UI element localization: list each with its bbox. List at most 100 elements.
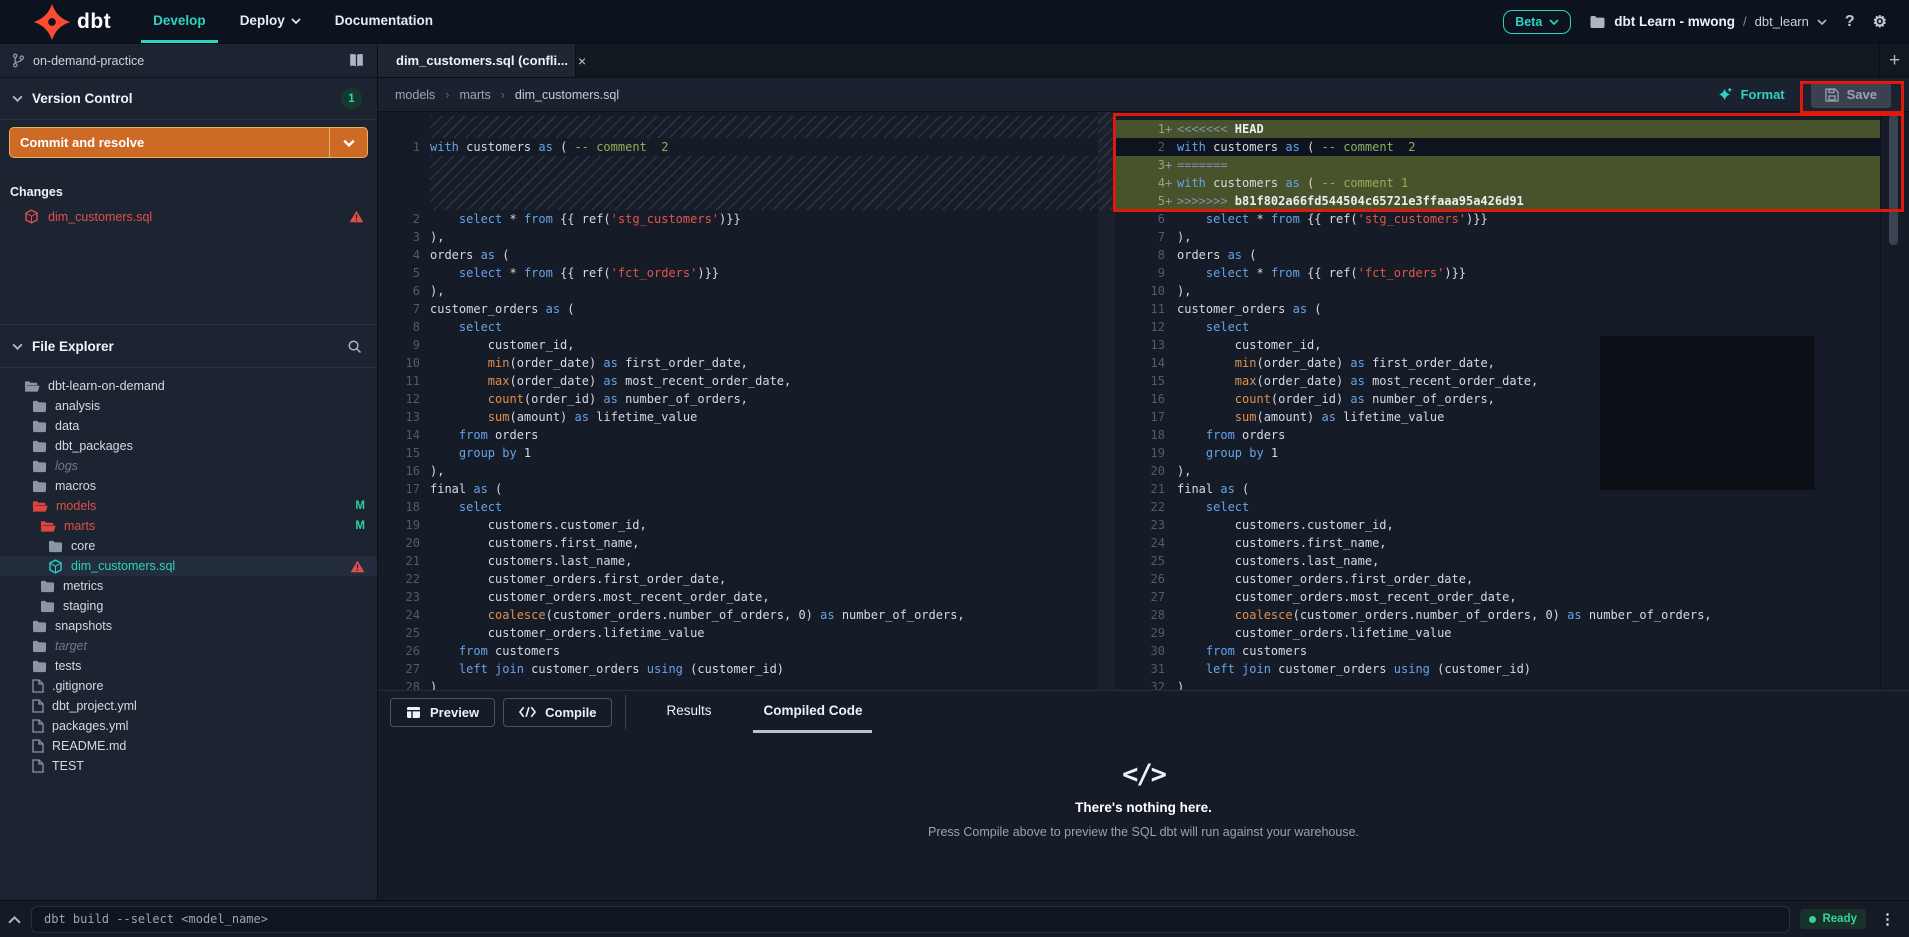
tree-item-core[interactable]: core — [0, 536, 377, 556]
tree-item-test[interactable]: TEST — [0, 756, 377, 776]
editor-pane-left[interactable]: 1with customers as ( -- comment 2 2 selec… — [378, 112, 1098, 690]
code-line[interactable]: 18 select — [378, 498, 1098, 516]
tab-compiled-code[interactable]: Compiled Code — [753, 691, 872, 733]
tree-item-analysis[interactable]: analysis — [0, 396, 377, 416]
code-line[interactable]: 8 orders as ( — [1115, 246, 1880, 264]
tab-results[interactable]: Results — [656, 691, 721, 733]
breadcrumb-item[interactable]: models — [395, 88, 435, 102]
dbt-logo[interactable]: dbt — [0, 0, 141, 43]
code-line[interactable]: 24 customers.first_name, — [1115, 534, 1880, 552]
code-line[interactable]: 20 customers.first_name, — [378, 534, 1098, 552]
code-line[interactable]: 5 select * from {{ ref('fct_orders')}} — [378, 264, 1098, 282]
tree-item-dim-customers-sql[interactable]: dim_customers.sql — [0, 556, 377, 576]
code-line[interactable]: 4+with customers as ( -- comment 1 — [1115, 174, 1880, 192]
commit-and-resolve-button[interactable]: Commit and resolve — [9, 127, 368, 158]
tree-item-models[interactable]: modelsM — [0, 496, 377, 516]
tree-item-metrics[interactable]: metrics — [0, 576, 377, 596]
nav-item-deploy[interactable]: Deploy — [228, 0, 313, 43]
breadcrumb-item[interactable]: dim_customers.sql — [515, 88, 619, 102]
kebab-menu-icon[interactable]: ⋮ — [1876, 910, 1899, 928]
code-line[interactable]: 27 left join customer_orders using (cust… — [378, 660, 1098, 678]
code-line[interactable]: 16), — [378, 462, 1098, 480]
code-line[interactable]: 13 sum(amount) as lifetime_value — [378, 408, 1098, 426]
code-line[interactable]: 19 customers.customer_id, — [378, 516, 1098, 534]
breadcrumb-item[interactable]: marts — [459, 88, 490, 102]
gear-icon[interactable]: ⚙ — [1873, 12, 1887, 32]
version-control-section[interactable]: Version Control 1 — [0, 78, 377, 120]
code-line[interactable]: 21 customers.last_name, — [378, 552, 1098, 570]
code-line[interactable]: 26 customer_orders.first_order_date, — [1115, 570, 1880, 588]
code-line[interactable]: 3+======= — [1115, 156, 1880, 174]
tree-item-logs[interactable]: logs — [0, 456, 377, 476]
code-line[interactable]: 15 group by 1 — [378, 444, 1098, 462]
code-line[interactable]: 32 ) — [1115, 678, 1880, 690]
code-line[interactable]: 8 select — [378, 318, 1098, 336]
code-line[interactable]: 23 customers.customer_id, — [1115, 516, 1880, 534]
code-line[interactable]: 17final as ( — [378, 480, 1098, 498]
code-line[interactable]: 23 customer_orders.most_recent_order_dat… — [378, 588, 1098, 606]
changed-file-row[interactable]: dim_customers.sql — [0, 206, 377, 227]
tree-item-dbt-learn-on-demand[interactable]: dbt-learn-on-demand — [0, 376, 377, 396]
nav-item-documentation[interactable]: Documentation — [323, 0, 445, 43]
chevron-up-icon[interactable] — [8, 915, 21, 924]
tab-dim-customers[interactable]: dim_customers.sql (confli... × — [378, 44, 576, 77]
code-line[interactable]: 2 select * from {{ ref('stg_customers')}… — [378, 210, 1098, 228]
tree-item-snapshots[interactable]: snapshots — [0, 616, 377, 636]
format-button[interactable]: Format — [1718, 87, 1785, 102]
code-line[interactable]: 9 select * from {{ ref('fct_orders')}} — [1115, 264, 1880, 282]
code-line[interactable]: 25 customer_orders.lifetime_value — [378, 624, 1098, 642]
code-line[interactable]: 3), — [378, 228, 1098, 246]
code-line[interactable]: 7customer_orders as ( — [378, 300, 1098, 318]
tree-item--gitignore[interactable]: .gitignore — [0, 676, 377, 696]
branch-row[interactable]: on-demand-practice — [0, 44, 377, 78]
code-line[interactable]: 24 coalesce(customer_orders.number_of_or… — [378, 606, 1098, 624]
code-line[interactable]: 28 coalesce(customer_orders.number_of_or… — [1115, 606, 1880, 624]
code-line[interactable]: 28) — [378, 678, 1098, 690]
project-selector[interactable]: dbt Learn - mwong / dbt_learn — [1589, 14, 1827, 29]
preview-button[interactable]: Preview — [390, 698, 495, 727]
code-line[interactable]: 4orders as ( — [378, 246, 1098, 264]
tree-item-staging[interactable]: staging — [0, 596, 377, 616]
code-line[interactable]: 11 max(order_date) as most_recent_order_… — [378, 372, 1098, 390]
scrollbar-thumb[interactable] — [1889, 115, 1898, 245]
tree-item-data[interactable]: data — [0, 416, 377, 436]
file-explorer-section[interactable]: File Explorer — [0, 324, 377, 368]
editor-scrollbar[interactable] — [1880, 112, 1909, 690]
code-line[interactable]: 6 select * from {{ ref('stg_customers')}… — [1115, 210, 1880, 228]
code-line[interactable]: 2 with customers as ( -- comment 2 — [1115, 138, 1880, 156]
tree-item-dbt-project-yml[interactable]: dbt_project.yml — [0, 696, 377, 716]
code-line[interactable]: 1+<<<<<<< HEAD — [1115, 120, 1880, 138]
code-line[interactable]: 30 from customers — [1115, 642, 1880, 660]
tree-item-dbt-packages[interactable]: dbt_packages — [0, 436, 377, 456]
code-line[interactable]: 14 from orders — [378, 426, 1098, 444]
search-icon[interactable] — [347, 339, 362, 354]
code-line[interactable]: 27 customer_orders.most_recent_order_dat… — [1115, 588, 1880, 606]
code-line[interactable]: 22 customer_orders.first_order_date, — [378, 570, 1098, 588]
new-tab-button[interactable]: + — [1879, 44, 1909, 77]
code-line[interactable]: 1with customers as ( -- comment 2 — [378, 138, 1098, 156]
beta-dropdown[interactable]: Beta — [1503, 10, 1571, 34]
docs-book-icon[interactable] — [347, 53, 366, 68]
code-line[interactable]: 22 select — [1115, 498, 1880, 516]
command-input[interactable] — [31, 906, 1790, 933]
tree-item-tests[interactable]: tests — [0, 656, 377, 676]
tree-item-target[interactable]: target — [0, 636, 377, 656]
tree-item-readme-md[interactable]: README.md — [0, 736, 377, 756]
code-line[interactable]: 11 customer_orders as ( — [1115, 300, 1880, 318]
code-line[interactable]: 31 left join customer_orders using (cust… — [1115, 660, 1880, 678]
commit-dropdown-toggle[interactable] — [329, 128, 367, 157]
save-button[interactable]: Save — [1811, 81, 1891, 108]
nav-item-develop[interactable]: Develop — [141, 0, 218, 43]
code-line[interactable]: 12 count(order_id) as number_of_orders, — [378, 390, 1098, 408]
code-line[interactable]: 26 from customers — [378, 642, 1098, 660]
help-icon[interactable]: ? — [1845, 13, 1855, 31]
editor-pane-divider[interactable] — [1098, 112, 1115, 690]
code-line[interactable]: 9 customer_id, — [378, 336, 1098, 354]
tree-item-packages-yml[interactable]: packages.yml — [0, 716, 377, 736]
code-line[interactable]: 10 ), — [1115, 282, 1880, 300]
code-line[interactable]: 29 customer_orders.lifetime_value — [1115, 624, 1880, 642]
code-line[interactable]: 25 customers.last_name, — [1115, 552, 1880, 570]
code-line[interactable]: 10 min(order_date) as first_order_date, — [378, 354, 1098, 372]
code-line[interactable]: 6), — [378, 282, 1098, 300]
tree-item-macros[interactable]: macros — [0, 476, 377, 496]
